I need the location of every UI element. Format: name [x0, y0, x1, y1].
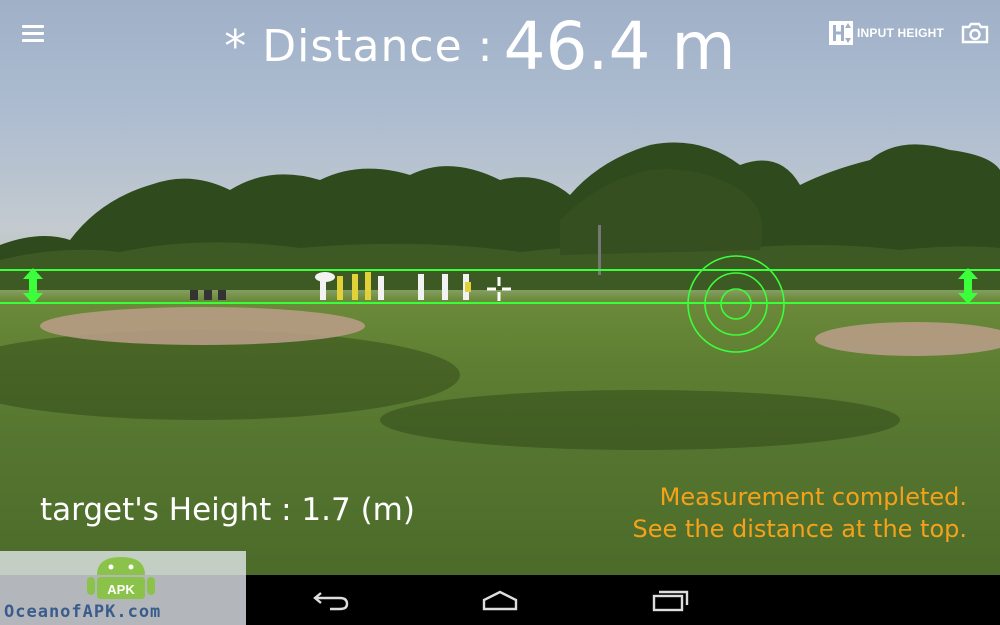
- watermark-text: OceanofAPK.com: [4, 602, 162, 622]
- measure-line-top: [0, 269, 1000, 271]
- target-reticle-icon[interactable]: [686, 254, 786, 354]
- distance-label: * Distance :: [224, 21, 494, 72]
- home-icon[interactable]: [481, 587, 519, 613]
- height-ruler-icon: [829, 21, 853, 45]
- golfers-group: [190, 272, 471, 300]
- android-logo-icon: APK: [87, 557, 155, 599]
- double-arrow-icon[interactable]: [958, 268, 978, 304]
- recent-apps-icon[interactable]: [651, 587, 689, 613]
- input-height-label: INPUT HEIGHT: [857, 26, 945, 40]
- status-line: See the distance at the top.: [632, 515, 967, 543]
- input-height-button[interactable]: INPUT HEIGHT: [828, 20, 944, 46]
- distance-value: 46.4 m: [503, 8, 736, 85]
- tree-shadow: [380, 390, 900, 450]
- sand-bunker: [815, 322, 1000, 356]
- status-message: Measurement completed. See the distance …: [633, 481, 967, 545]
- apk-badge: APK: [107, 582, 135, 597]
- status-line: Measurement completed.: [659, 483, 967, 511]
- sand-bunker: [40, 307, 365, 345]
- double-arrow-icon[interactable]: [23, 268, 43, 304]
- crosshair-icon: [487, 277, 511, 301]
- camera-icon[interactable]: [961, 22, 989, 44]
- distance-readout: * Distance :46.4 m: [0, 8, 960, 85]
- target-height-text: target's Height : 1.7 (m): [40, 492, 415, 528]
- watermark: APK OceanofAPK.com: [0, 551, 246, 625]
- measure-line-bottom: [0, 302, 1000, 304]
- back-icon[interactable]: [312, 587, 350, 613]
